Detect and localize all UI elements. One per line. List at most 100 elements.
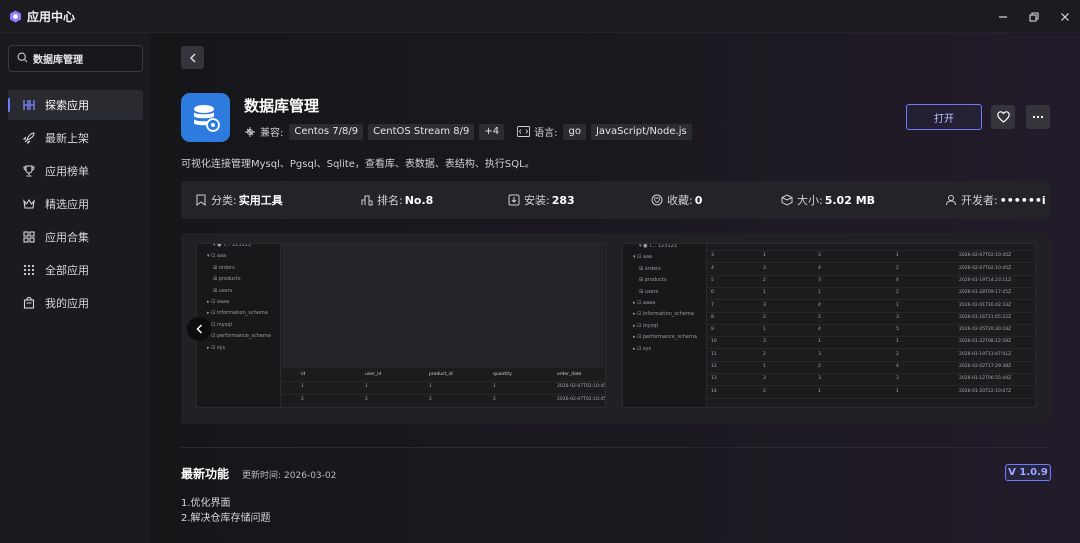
table-cell: 1 — [493, 384, 496, 389]
table-cell: 2 — [818, 364, 821, 369]
sidebar-item-featured[interactable]: 精选应用 — [8, 189, 143, 219]
table-cell: 2 — [896, 290, 899, 296]
code-icon — [517, 126, 531, 137]
stat-favorites: 收藏: 0 — [651, 192, 702, 208]
table-header-cell: product_id — [429, 372, 453, 377]
table-cell: 2 — [818, 243, 821, 246]
carousel-prev-button[interactable] — [187, 317, 211, 341]
screenshot-1[interactable]: ▾ ● T... 123123 ▾ ⊡ aaa ⊞ orders ⊞ products… — [196, 243, 606, 408]
table-cell: 2026-02-07T02:10:45Z — [959, 243, 1012, 246]
more-dots-icon — [1032, 115, 1044, 119]
screenshot-2[interactable]: ▾ ● T... 123123 ▾ ⊡ aaa ⊞ orders ⊞ products… — [622, 243, 1036, 408]
sidebar-item-label: 精选应用 — [45, 198, 89, 211]
sidebar-item-label: 探索应用 — [45, 99, 89, 112]
table-cell: 2026-02-01T16:42:33Z — [959, 302, 1012, 308]
search-box[interactable] — [8, 45, 143, 72]
tree-node: ▸ ⊡ information_schema — [207, 310, 268, 317]
table-cell: 11 — [711, 351, 717, 357]
table-cell: 14 — [711, 388, 717, 394]
table-row-line — [707, 299, 1035, 301]
app-detail-panel: 数据库管理 兼容: Centos 7/8/9 CentOS Stream 8/9… — [151, 33, 1080, 543]
sidebar-item-label: 最新上架 — [45, 132, 89, 145]
table-header-cell: quantity — [493, 372, 512, 377]
table-cell: 8 — [711, 314, 714, 320]
table-cell: 2 — [711, 243, 714, 246]
table-cell: 5 — [896, 327, 899, 333]
table-row-line — [707, 397, 1035, 399]
table-row-line — [707, 348, 1035, 350]
changelog-notes: 1.优化界面 2.解决仓库存储问题 — [181, 496, 271, 526]
sidebar-item-all[interactable]: 全部应用 — [8, 255, 143, 285]
dots-grid-icon — [21, 262, 37, 278]
table-cell: 2026-01-12T06:55:44Z — [959, 376, 1012, 382]
database-icon — [181, 93, 230, 142]
tree-node: ▸ ⊡ information_schema — [633, 311, 694, 318]
maximize-button[interactable] — [1018, 0, 1049, 33]
sidebar-item-explore[interactable]: 探索应用 — [8, 90, 143, 120]
screenshot-carousel: ▾ ● T... 123123 ▾ ⊡ aaa ⊞ orders ⊞ products… — [181, 233, 1051, 424]
table-cell: 4 — [818, 302, 821, 308]
table-row-line — [707, 336, 1035, 338]
table-cell: 1 — [818, 339, 821, 345]
sidebar-item-my-apps[interactable]: 我的应用 — [8, 288, 143, 318]
sidebar-item-ranking[interactable]: 应用榜单 — [8, 156, 143, 186]
language-tag: go — [563, 123, 586, 140]
stat-developer: 开发者: ••••••i — [945, 192, 1046, 208]
open-button[interactable]: 打开 — [906, 104, 982, 130]
heart-icon — [996, 111, 1010, 123]
chevron-left-icon — [189, 53, 195, 62]
podium-icon — [361, 195, 373, 206]
table-row-line — [707, 385, 1035, 387]
table-cell: 1 — [896, 302, 899, 308]
tree-node: ⊞ products — [213, 276, 241, 283]
more-button[interactable] — [1026, 105, 1050, 129]
explore-icon — [21, 97, 37, 113]
minimize-button[interactable] — [987, 0, 1018, 33]
close-button[interactable] — [1049, 0, 1080, 33]
table-cell: 2026-02-07T02:10:45Z — [557, 384, 606, 389]
table-row-line — [707, 274, 1035, 276]
sidebar-item-label: 全部应用 — [45, 264, 89, 277]
sidebar-item-new[interactable]: 最新上架 — [8, 123, 143, 153]
crown-icon — [21, 196, 37, 212]
table-cell: 1 — [896, 253, 899, 259]
table-cell: 3 — [818, 253, 821, 259]
compat-icon — [245, 126, 255, 137]
table-cell: 4 — [896, 277, 899, 283]
table-cell: 2026-01-22T08:12:59Z — [959, 339, 1012, 345]
table-cell: 1 — [896, 388, 899, 394]
sidebar-item-collections[interactable]: 应用合集 — [8, 222, 143, 252]
table-cell: 2026-02-02T17:29:38Z — [959, 364, 1012, 369]
tree-node: ▾ ● T... 123123 — [213, 243, 251, 248]
table-cell: 12 — [711, 364, 717, 369]
section-divider — [181, 447, 1051, 448]
table-cell: 3 — [763, 302, 766, 308]
search-input[interactable] — [33, 53, 133, 64]
table-cell: 2 — [365, 397, 368, 402]
bag-icon — [21, 295, 37, 311]
app-center-logo-icon — [8, 9, 22, 23]
bookmark-icon — [196, 194, 206, 206]
table-cell: 2 — [763, 388, 766, 394]
table-cell: 13 — [711, 376, 717, 382]
table-cell: 1 — [763, 253, 766, 259]
table-cell: 2026-02-07T02:10:45Z — [959, 253, 1012, 259]
compat-more-tag[interactable]: +4 — [479, 123, 505, 140]
tree-node: ▾ ⊡ aaa — [207, 253, 227, 260]
table-cell: 2026-02-05T20:30:18Z — [959, 327, 1012, 333]
tree-node: ⊞ products — [639, 277, 667, 284]
table-cell: 2 — [763, 277, 766, 283]
table-cell: 2 — [763, 314, 766, 320]
table-cell: 3 — [763, 376, 766, 382]
tree-node: ⊞ orders — [213, 264, 235, 271]
table-cell: 2026-01-19T13:47:01Z — [959, 351, 1012, 357]
back-button[interactable] — [181, 46, 204, 69]
favorite-button[interactable] — [991, 105, 1015, 129]
user-icon — [946, 195, 956, 206]
table-cell: 1 — [896, 243, 899, 246]
table-cell: 2 — [763, 351, 766, 357]
tree-node: ▸ ⊡ aaaa — [207, 299, 230, 305]
table-cell: 2 — [896, 265, 899, 271]
tree-node: ▸ ⊡ performance_schema — [207, 333, 271, 340]
table-cell: 10 — [711, 339, 717, 345]
